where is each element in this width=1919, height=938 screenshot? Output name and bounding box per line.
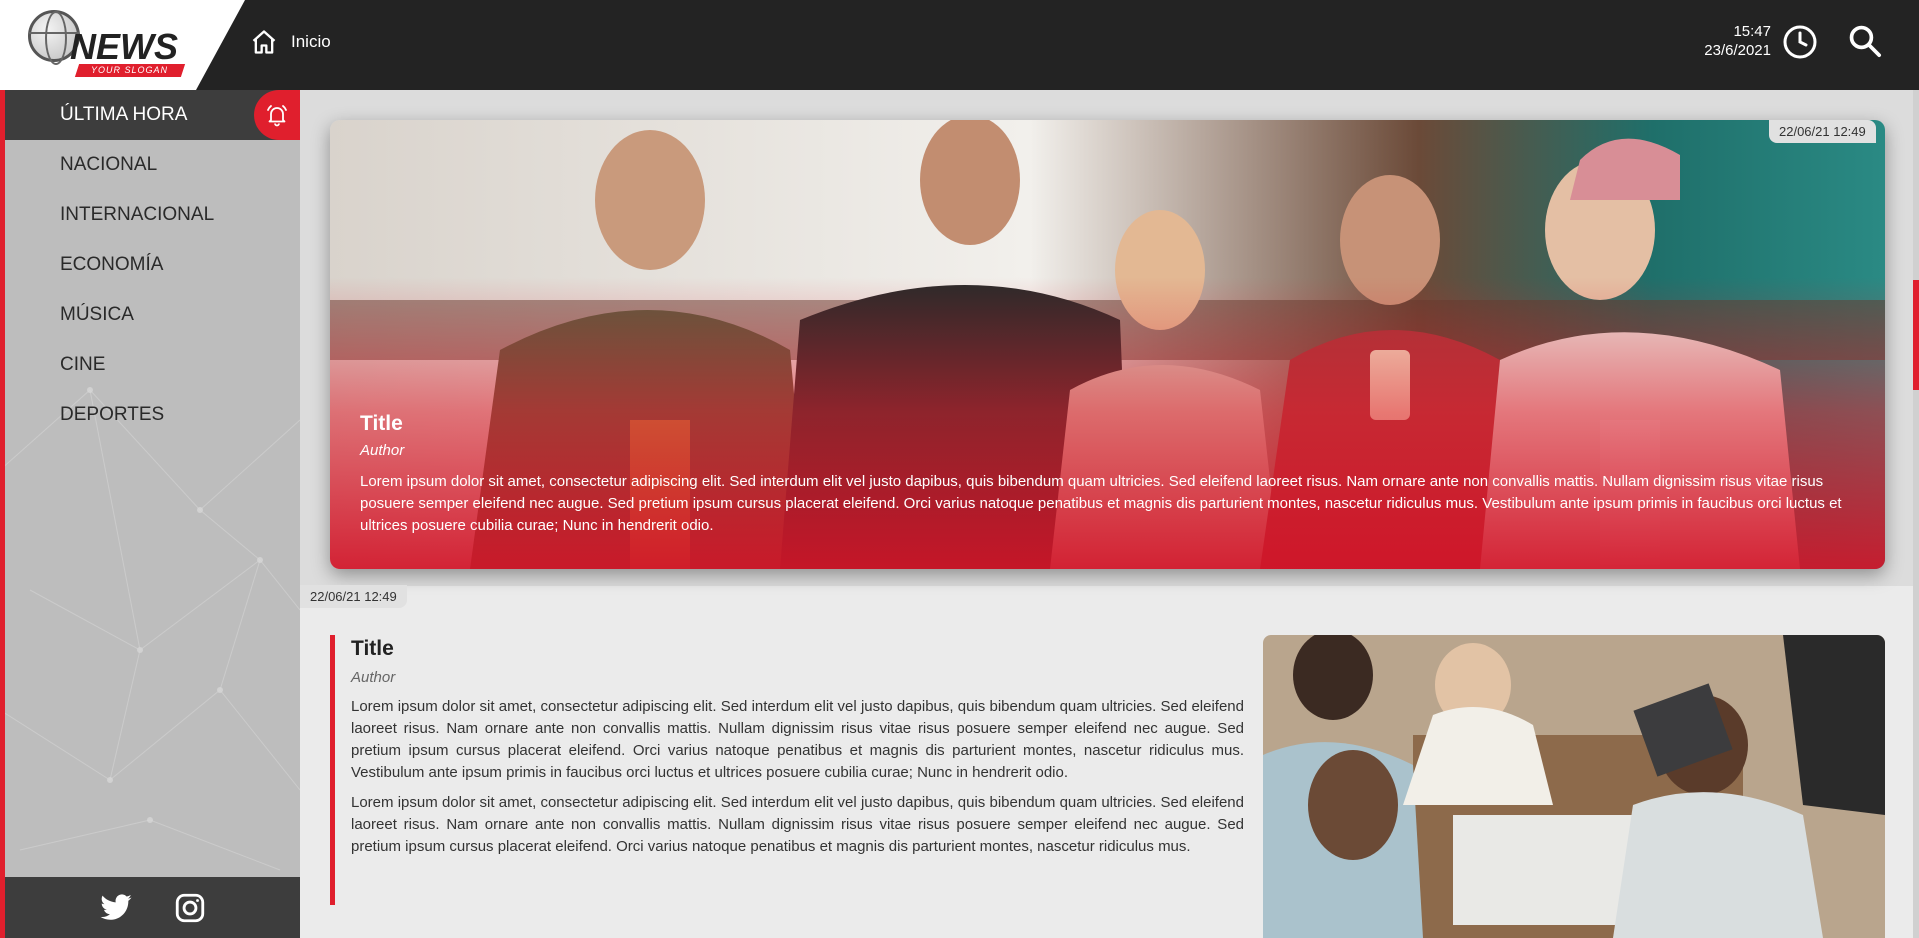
featured-text: Title Author Lorem ipsum dolor sit amet,… xyxy=(360,412,1857,537)
article-card: Title Author Lorem ipsum dolor sit amet,… xyxy=(330,635,1244,905)
article-author: Author xyxy=(351,669,396,686)
sidebar-item-label: NACIONAL xyxy=(60,154,158,175)
sidebar-item-label: MÚSICA xyxy=(60,304,134,325)
sidebar-item-ultima-hora[interactable]: ÚLTIMA HORA xyxy=(5,90,300,140)
logo-text: NEWS xyxy=(70,26,178,67)
twitter-icon[interactable] xyxy=(99,891,133,925)
home-link[interactable]: Inicio xyxy=(250,28,331,56)
sidebar-item-deportes[interactable]: DEPORTES xyxy=(5,390,300,440)
sidebar-item-musica[interactable]: MÚSICA xyxy=(5,290,300,340)
clock-readout: 15:47 23/6/2021 xyxy=(1704,22,1771,60)
home-label: Inicio xyxy=(291,32,331,51)
sidebar-item-label: ECONOMÍA xyxy=(60,254,164,275)
featured-date-badge: 22/06/21 12:49 xyxy=(1769,120,1876,143)
featured-title[interactable]: Title xyxy=(360,412,1857,436)
alerts-button[interactable] xyxy=(254,90,300,140)
sidebar-item-label: ÚLTIMA HORA xyxy=(60,104,188,125)
sidebar-item-label: INTERNACIONAL xyxy=(60,204,215,225)
featured-article-card[interactable]: Title Author Lorem ipsum dolor sit amet,… xyxy=(330,120,1885,569)
clock-icon xyxy=(1783,25,1817,59)
article-paragraph: Lorem ipsum dolor sit amet, consectetur … xyxy=(351,698,1244,781)
current-date: 23/6/2021 xyxy=(1704,42,1771,59)
sidebar-item-cine[interactable]: CINE xyxy=(5,340,300,390)
sidebar-item-label: CINE xyxy=(60,354,106,375)
logo-slogan: YOUR SLOGAN xyxy=(74,64,186,77)
scrollbar-thumb[interactable] xyxy=(1913,280,1919,390)
article-paragraph: Lorem ipsum dolor sit amet, consectetur … xyxy=(351,794,1244,855)
current-time: 15:47 xyxy=(1733,23,1771,40)
sidebar-item-internacional[interactable]: INTERNACIONAL xyxy=(5,190,300,240)
article-photo[interactable] xyxy=(1263,635,1885,938)
article-title[interactable]: Title xyxy=(351,637,1244,661)
top-header: NEWS YOUR SLOGAN Inicio 15:47 23/6/2021 xyxy=(0,0,1919,90)
meeting-photo xyxy=(1263,635,1885,938)
sidebar-accent-bar xyxy=(0,90,5,938)
sidebar-item-label: DEPORTES xyxy=(60,404,165,425)
article-date-badge: 22/06/21 12:49 xyxy=(300,585,407,608)
logo[interactable]: NEWS YOUR SLOGAN xyxy=(0,0,245,90)
instagram-icon[interactable] xyxy=(173,891,207,925)
search-icon[interactable] xyxy=(1848,24,1882,58)
featured-author: Author xyxy=(360,442,405,459)
social-bar xyxy=(5,877,300,938)
sidebar: ÚLTIMA HORA NACIONAL INTERNACIONAL ECONO… xyxy=(0,90,300,938)
home-icon xyxy=(252,30,276,54)
sidebar-item-economia[interactable]: ECONOMÍA xyxy=(5,240,300,290)
bell-icon xyxy=(267,105,287,127)
page-scrollbar[interactable] xyxy=(1913,90,1919,938)
sidebar-item-nacional[interactable]: NACIONAL xyxy=(5,140,300,190)
featured-body: Lorem ipsum dolor sit amet, consectetur … xyxy=(360,473,1842,534)
sidebar-nav: ÚLTIMA HORA NACIONAL INTERNACIONAL ECONO… xyxy=(5,90,300,440)
